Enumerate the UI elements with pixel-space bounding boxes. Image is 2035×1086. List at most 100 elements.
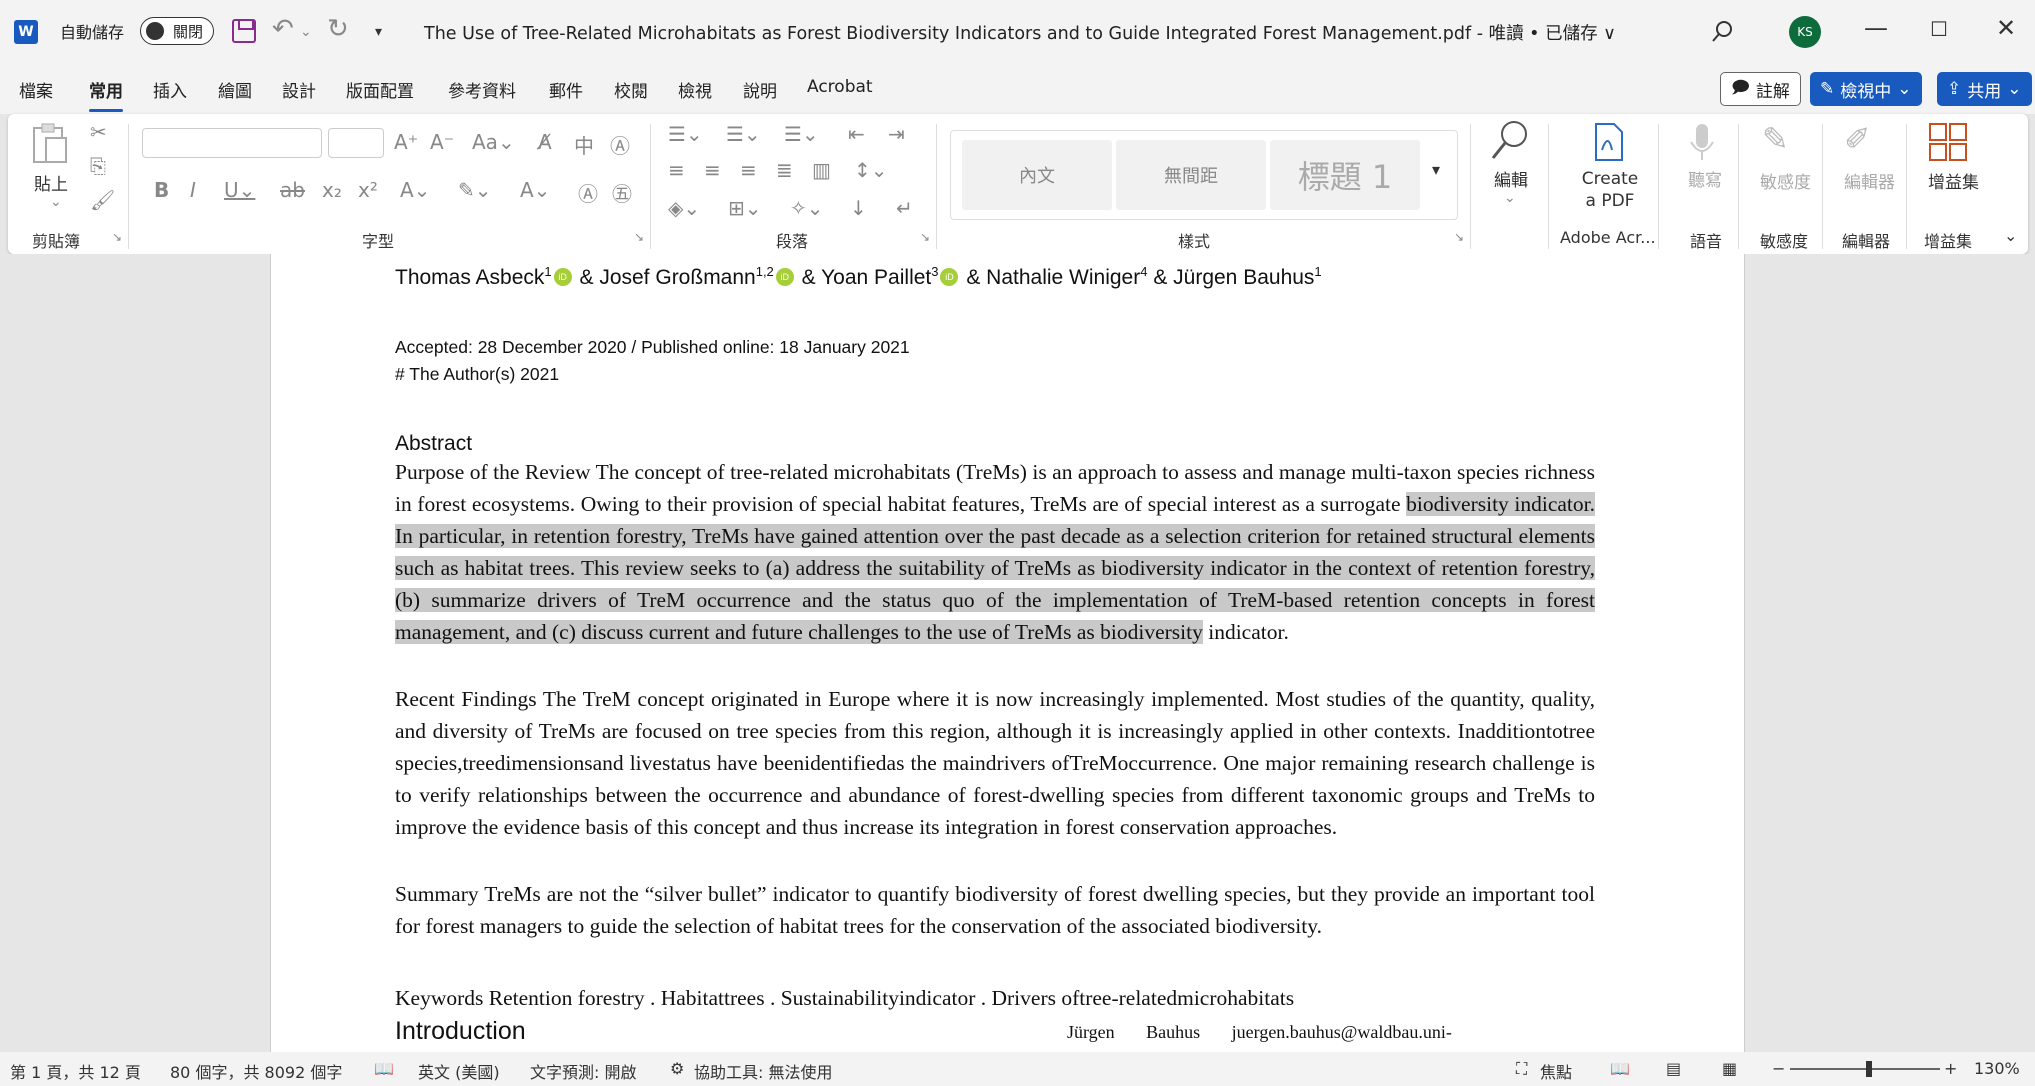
customize-toolbar-icon[interactable]: ▾ (375, 24, 382, 40)
find-icon[interactable] (1490, 118, 1530, 162)
clear-formatting-icon[interactable]: A̸ (538, 130, 552, 154)
document-canvas[interactable]: Thomas Asbeck1 iD & Josef Großmann1,2 iD &… (0, 254, 2035, 1052)
align-right-icon[interactable]: ≡ (740, 158, 757, 182)
tab-acrobat[interactable]: Acrobat (807, 77, 873, 97)
collapse-ribbon-icon[interactable]: ⌄ (2004, 226, 2017, 245)
increase-indent-icon[interactable]: ⇥ (888, 122, 905, 146)
distributed-icon[interactable]: ▥ (812, 158, 831, 182)
styles-expand-icon[interactable]: ▾ (1432, 160, 1440, 179)
change-case-icon[interactable]: Aa⌄ (472, 130, 515, 154)
font-color-icon[interactable]: A⌄ (520, 178, 550, 202)
sensitivity-label[interactable]: 敏感度 (1760, 168, 1811, 193)
cut-icon[interactable]: ✂ (90, 120, 107, 144)
phonetic-guide-icon[interactable]: 中 (574, 130, 594, 159)
close-icon[interactable]: ✕ (1996, 14, 2016, 42)
paste-icon[interactable] (30, 122, 70, 166)
strikethrough-icon[interactable]: ab (280, 178, 305, 202)
page-count[interactable]: 第 1 頁，共 12 頁 (10, 1059, 141, 1083)
zoom-in-icon[interactable]: + (1944, 1059, 1957, 1078)
redo-icon[interactable]: ↻ (327, 14, 349, 44)
italic-icon[interactable]: I (190, 178, 196, 202)
tab-mailings[interactable]: 郵件 (549, 77, 583, 102)
document-page[interactable]: Thomas Asbeck1 iD & Josef Großmann1,2 iD &… (270, 254, 1745, 1052)
superscript-icon[interactable]: x² (358, 178, 378, 202)
create-pdf-icon[interactable] (1592, 122, 1626, 162)
tab-layout[interactable]: 版面配置 (346, 77, 414, 102)
share-button[interactable]: ⇪ 共用 ⌄ (1937, 72, 2032, 106)
undo-dropdown-icon[interactable]: ⌄ (300, 24, 312, 40)
subscript-icon[interactable]: x₂ (322, 178, 342, 202)
style-normal[interactable]: 內文 (962, 140, 1112, 210)
tab-view[interactable]: 檢視 (678, 77, 712, 102)
zoom-level[interactable]: 130% (1974, 1059, 2020, 1078)
search-icon[interactable] (1712, 20, 1734, 42)
sensitivity-icon[interactable]: ✎ (1762, 120, 1789, 158)
maximize-icon[interactable]: ☐ (1930, 17, 1948, 41)
editing-label[interactable]: 編輯 (1494, 166, 1528, 191)
style-heading-1[interactable]: 標題 1 (1270, 140, 1420, 210)
bullets-icon[interactable]: ☰⌄ (668, 122, 703, 146)
zoom-slider[interactable] (1790, 1068, 1940, 1070)
dialog-launcher-icon[interactable]: ↘ (634, 230, 644, 244)
align-left-icon[interactable]: ≡ (668, 158, 685, 182)
enclose-characters-icon[interactable]: ㊄ (612, 178, 632, 207)
shrink-font-icon[interactable]: A⁻ (430, 130, 454, 154)
tab-design[interactable]: 設計 (282, 77, 316, 102)
editor-label[interactable]: 編輯器 (1844, 168, 1895, 193)
dictate-label[interactable]: 聽寫 (1688, 166, 1722, 191)
show-marks-icon[interactable]: ↵ (896, 196, 913, 220)
microphone-icon[interactable] (1688, 122, 1716, 162)
minimize-icon[interactable]: — (1864, 14, 1888, 42)
font-name-combo[interactable] (142, 128, 322, 158)
save-icon[interactable] (232, 19, 256, 43)
focus-icon[interactable]: ⛶ (1516, 1059, 1527, 1079)
shading-icon[interactable]: ◈⌄ (668, 196, 700, 220)
character-border-icon[interactable]: Ⓐ (610, 130, 630, 159)
borders-icon[interactable]: ⊞⌄ (728, 196, 762, 220)
text-effects-icon[interactable]: A⌄ (400, 178, 430, 202)
chevron-down-icon[interactable]: ⌄ (50, 194, 62, 210)
user-avatar[interactable]: KS (1789, 16, 1821, 48)
tab-file[interactable]: 檔案 (19, 77, 53, 102)
font-size-combo[interactable] (328, 128, 384, 158)
autosave-toggle[interactable]: 關閉 (140, 17, 214, 45)
sort-icon[interactable]: ↓ (850, 196, 867, 220)
format-painter-icon[interactable]: 🖌 (90, 188, 115, 212)
asian-layout-icon[interactable]: ✧⌄ (790, 196, 824, 220)
tab-help[interactable]: 說明 (743, 77, 777, 102)
dialog-launcher-icon[interactable]: ↘ (920, 230, 930, 244)
create-pdf-label[interactable]: Create a PDF (1574, 168, 1646, 212)
tab-insert[interactable]: 插入 (153, 77, 187, 102)
tab-home[interactable]: 常用 (89, 77, 123, 112)
tab-references[interactable]: 參考資料 (448, 77, 516, 102)
comment-button[interactable]: 🗩 註解 (1720, 72, 1801, 106)
chevron-down-icon[interactable]: ⌄ (1504, 190, 1516, 206)
accessibility-icon[interactable]: ⚙ (670, 1059, 684, 1078)
editing-mode-button[interactable]: ✎ 檢視中 ⌄ (1810, 72, 1922, 106)
decrease-indent-icon[interactable]: ⇤ (848, 122, 865, 146)
bold-icon[interactable]: B (154, 178, 169, 202)
add-ins-label[interactable]: 增益集 (1928, 168, 1979, 193)
line-spacing-icon[interactable]: ↕⌄ (854, 158, 888, 182)
numbering-icon[interactable]: ☰⌄ (726, 122, 761, 146)
proofing-icon[interactable]: 📖 (374, 1059, 394, 1078)
print-layout-icon[interactable]: ▤ (1666, 1059, 1681, 1078)
web-layout-icon[interactable]: ▦ (1722, 1059, 1737, 1078)
multilevel-list-icon[interactable]: ☰⌄ (784, 122, 819, 146)
copy-icon[interactable]: ⎘ (90, 154, 106, 178)
dialog-launcher-icon[interactable]: ↘ (1454, 230, 1464, 244)
focus-label[interactable]: 焦點 (1540, 1059, 1572, 1083)
zoom-out-icon[interactable]: − (1772, 1059, 1785, 1078)
text-prediction[interactable]: 文字預測: 開啟 (530, 1059, 636, 1083)
character-shading-icon[interactable]: Ⓐ (578, 178, 598, 207)
highlight-icon[interactable]: ✎⌄ (458, 178, 492, 202)
add-ins-icon[interactable] (1928, 122, 1968, 162)
zoom-slider-thumb[interactable] (1866, 1061, 1872, 1077)
word-count[interactable]: 80 個字，共 8092 個字 (170, 1059, 342, 1083)
style-no-spacing[interactable]: 無間距 (1116, 140, 1266, 210)
undo-icon[interactable]: ↶ (272, 14, 294, 44)
accessibility-status[interactable]: 協助工具: 無法使用 (694, 1059, 832, 1083)
editor-icon[interactable]: ✐ (1844, 120, 1871, 158)
underline-icon[interactable]: U⌄ (224, 178, 255, 202)
grow-font-icon[interactable]: A⁺ (394, 130, 418, 154)
